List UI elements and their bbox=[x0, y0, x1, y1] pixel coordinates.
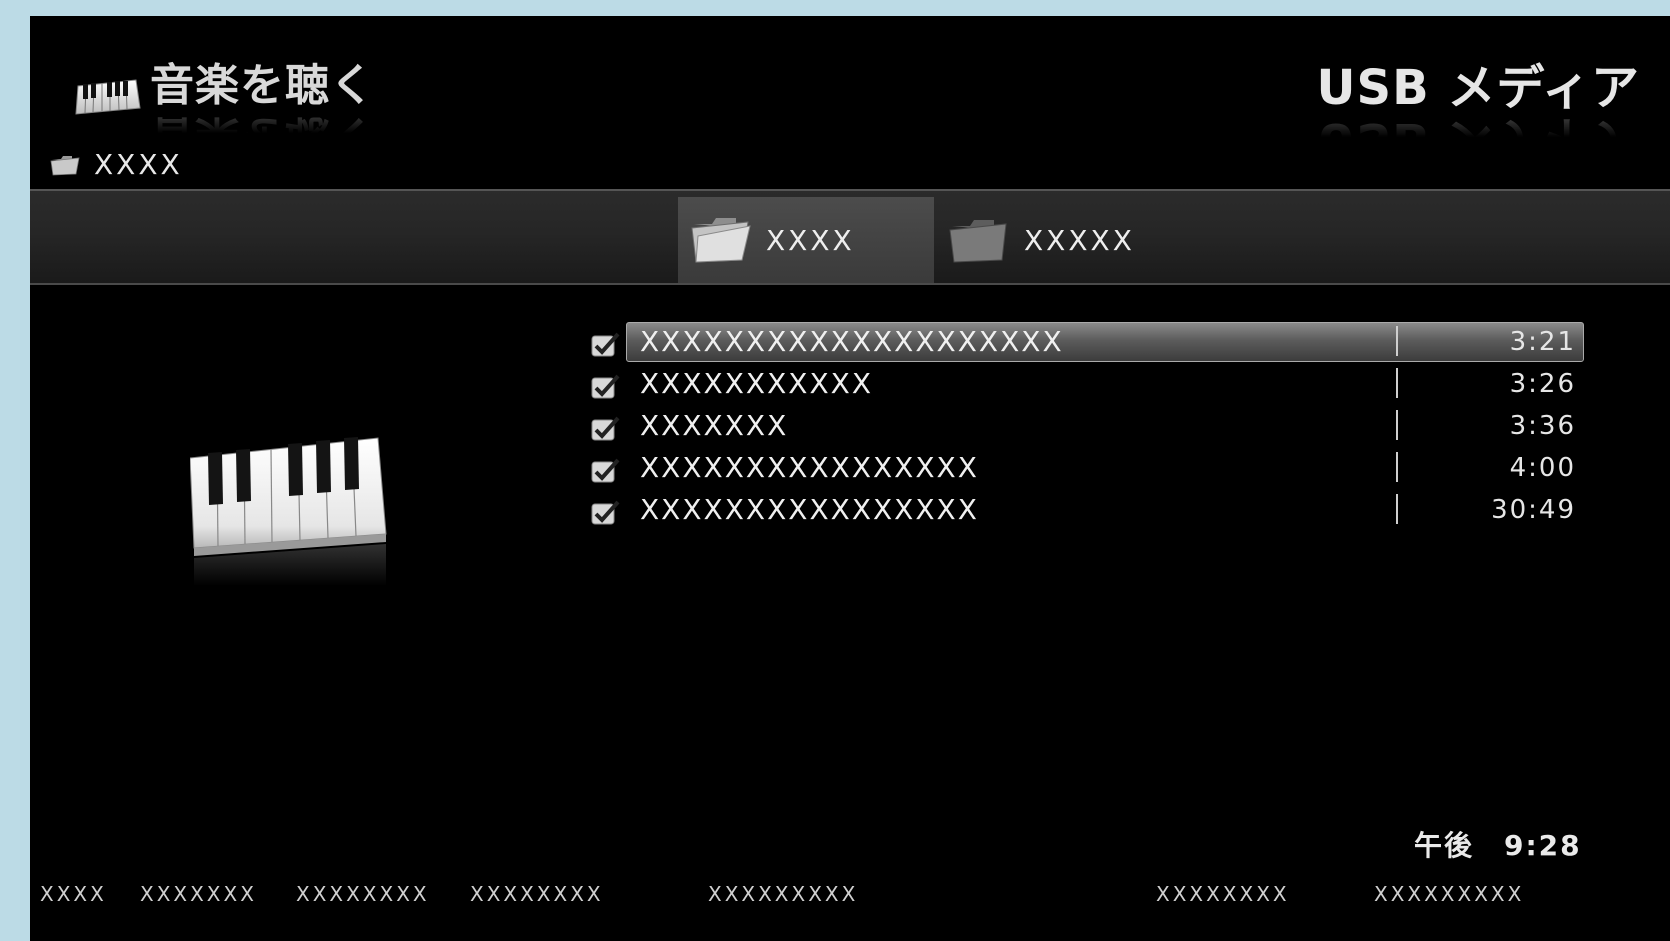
track-list: XXXXXXXXXXXXXXXXXXXX 3:21 XXXXXXXXXXX 3:… bbox=[590, 322, 1670, 532]
app-title-text: 音楽を聴く bbox=[150, 60, 375, 111]
track-row[interactable]: XXXXXXXXXXX 3:26 bbox=[590, 364, 1670, 406]
folder-icon bbox=[949, 220, 1007, 263]
clock: 午後 9:28 bbox=[1414, 829, 1582, 862]
column-divider bbox=[1396, 410, 1398, 440]
track-duration: 3:36 bbox=[1509, 411, 1576, 441]
folder-open-icon bbox=[691, 218, 751, 263]
current-folder-label: XXXX bbox=[94, 148, 183, 181]
track-row[interactable]: XXXXXXXXXXXXXXXX 4:00 bbox=[590, 448, 1670, 490]
track-duration: 3:21 bbox=[1509, 327, 1576, 357]
track-title: XXXXXXXXXXX bbox=[640, 367, 873, 400]
media-player-screen: 音楽を聴く USB メディア XXXX XXXX XXXXX XXXXXXXXX… bbox=[30, 16, 1670, 941]
breadcrumb: XXXX bbox=[50, 148, 183, 181]
checkbox-checked[interactable] bbox=[590, 330, 620, 360]
footer-hint[interactable]: XXXXXXXX bbox=[470, 882, 604, 906]
track-title: XXXXXXXXXXXXXXXX bbox=[640, 451, 979, 484]
track-duration: 30:49 bbox=[1491, 495, 1576, 525]
track-row[interactable]: XXXXXXXXXXXXXXXX 30:49 bbox=[590, 490, 1670, 532]
checkbox-checked[interactable] bbox=[590, 456, 620, 486]
track-title: XXXXXXX bbox=[640, 409, 789, 442]
column-divider bbox=[1396, 452, 1398, 482]
checkbox-checked[interactable] bbox=[590, 414, 620, 444]
folder-icon bbox=[50, 155, 80, 175]
track-row[interactable]: XXXXXXXXXXXXXXXXXXXX 3:21 bbox=[590, 322, 1670, 364]
folder-tab-label: XXXXX bbox=[1024, 223, 1135, 257]
footer-hint[interactable]: XXXXXXXX bbox=[296, 882, 430, 906]
source-title: USB メディア bbox=[1316, 60, 1640, 116]
track-title: XXXXXXXXXXXXXXXXXXXX bbox=[640, 325, 1064, 358]
footer-hint[interactable]: XXXXXXXX bbox=[1156, 882, 1290, 906]
column-divider bbox=[1396, 326, 1398, 356]
footer-hint[interactable]: XXXXXXXXX bbox=[1374, 882, 1524, 906]
footer-hint[interactable]: XXXXXXX bbox=[140, 882, 257, 906]
app-title: 音楽を聴く bbox=[74, 58, 375, 138]
folder-tab-2[interactable]: XXXXX bbox=[940, 197, 1180, 283]
piano-keyboard-art bbox=[190, 437, 387, 586]
folder-tab-label: XXXX bbox=[766, 223, 855, 257]
column-divider bbox=[1396, 368, 1398, 398]
footer-hint[interactable]: XXXX bbox=[40, 882, 107, 906]
folder-bar: XXXX XXXXX bbox=[30, 189, 1670, 285]
track-title: XXXXXXXXXXXXXXXX bbox=[640, 493, 979, 526]
track-row[interactable]: XXXXXXX 3:36 bbox=[590, 406, 1670, 448]
column-divider bbox=[1396, 494, 1398, 524]
track-duration: 4:00 bbox=[1509, 453, 1576, 483]
footer-hints: XXXX XXXXXXX XXXXXXXX XXXXXXXX XXXXXXXXX… bbox=[30, 882, 1670, 912]
checkbox-checked[interactable] bbox=[590, 498, 620, 528]
footer-hint[interactable]: XXXXXXXXX bbox=[708, 882, 858, 906]
folder-tab-1[interactable]: XXXX bbox=[678, 197, 934, 283]
piano-keyboard-icon bbox=[75, 79, 141, 115]
track-duration: 3:26 bbox=[1509, 369, 1576, 399]
checkbox-checked[interactable] bbox=[590, 372, 620, 402]
